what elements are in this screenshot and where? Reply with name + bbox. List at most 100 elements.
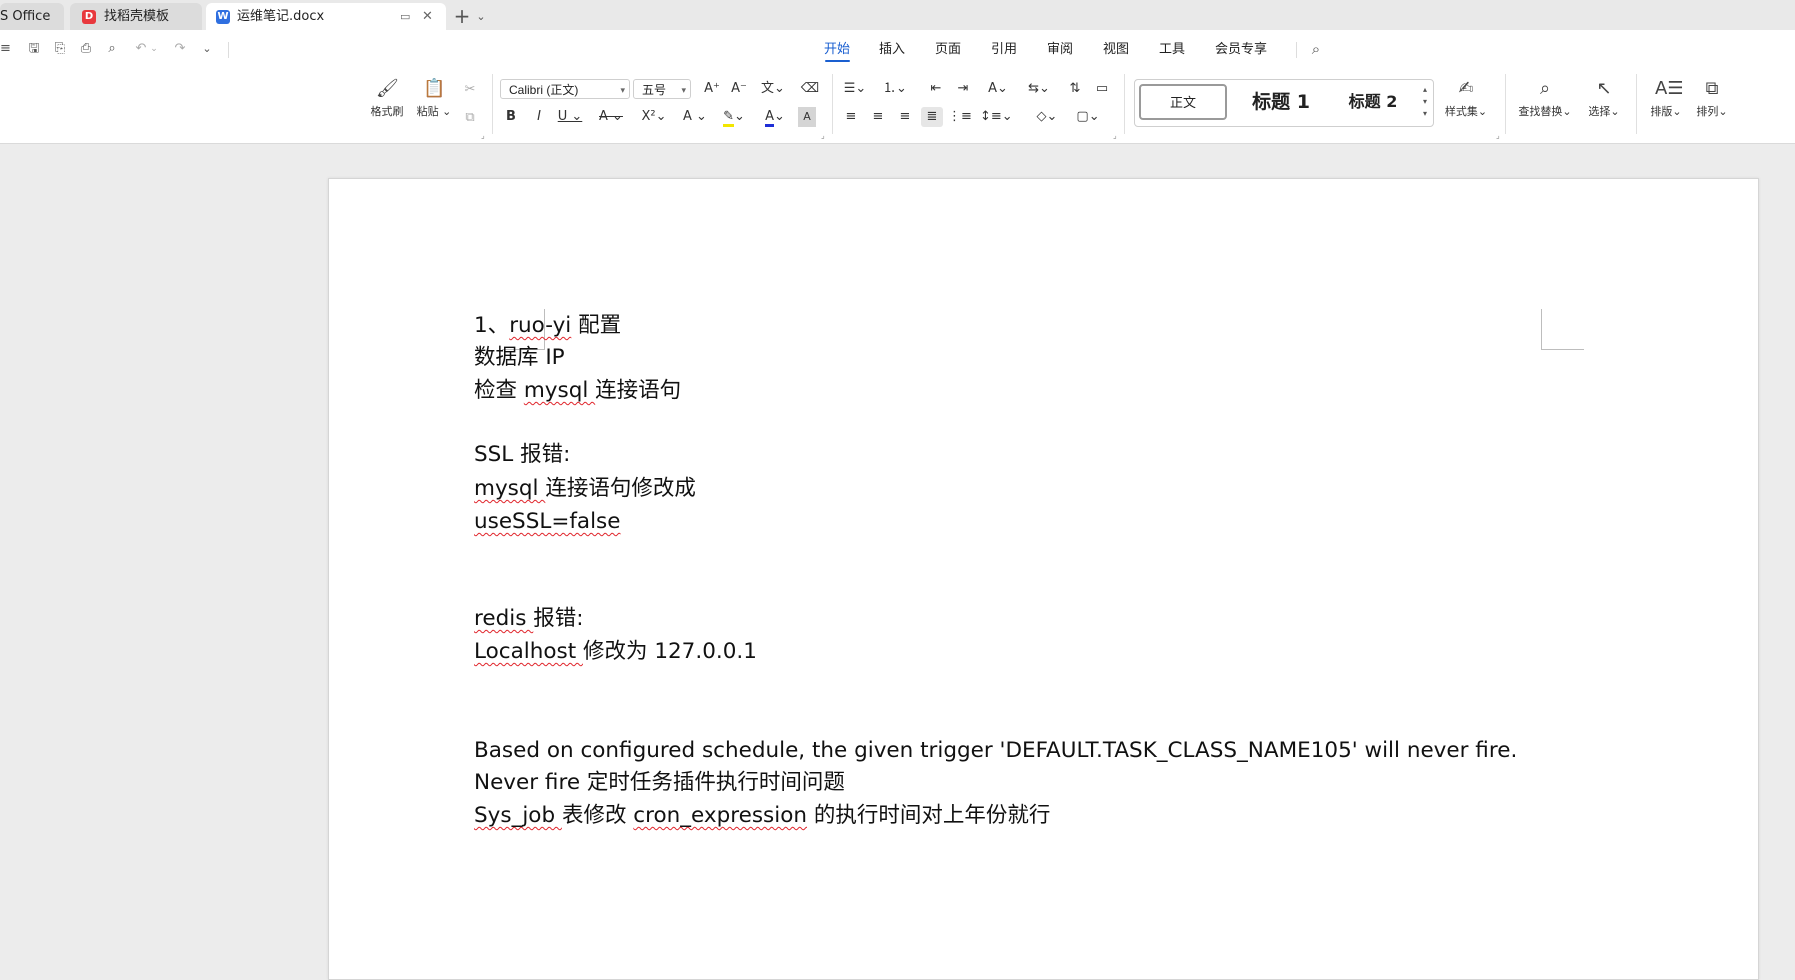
font-family-select[interactable]: Calibri (正文) ▾ <box>500 79 630 99</box>
undo-dropdown-icon[interactable]: ⌄ <box>150 40 158 58</box>
increase-font-icon[interactable]: A⁺ <box>701 79 723 99</box>
document-paragraph[interactable]: Localhost 修改为 127.0.0.1 <box>474 638 757 666</box>
text-run: 表修改 <box>561 803 634 828</box>
text-effect-icon[interactable]: A ⌄ <box>680 107 710 127</box>
font-size-select[interactable]: 五号 ▾ <box>633 79 691 99</box>
tab-list-dropdown[interactable]: ⌄ <box>474 3 488 30</box>
cursor-icon: ↖ <box>1596 78 1612 99</box>
spellcheck-flagged-word: redis <box>474 606 534 631</box>
shading-icon[interactable]: ◇⌄ <box>1032 107 1062 127</box>
print-icon[interactable]: ⎙ <box>77 40 95 58</box>
save-icon[interactable]: 🖫 <box>25 40 43 58</box>
margin-crop-mark <box>1541 309 1584 350</box>
float-window-icon[interactable]: ▭ <box>400 3 410 30</box>
arrange-button[interactable]: ⧉ 排列⌄ <box>1690 78 1734 119</box>
styles-scroll[interactable]: ▴ ▾ ▾ <box>1423 84 1427 120</box>
search-icon[interactable]: ⌕ <box>1307 40 1325 58</box>
menu-view[interactable]: 视图 <box>1103 41 1129 58</box>
text-run: SSL 报错: <box>474 442 571 467</box>
dialog-launcher-icon[interactable]: ⌟ <box>481 131 485 140</box>
undo-icon[interactable]: ↶ <box>132 40 150 58</box>
document-paragraph[interactable]: SSL 报错: <box>474 441 570 469</box>
dialog-launcher-icon[interactable]: ⌟ <box>1113 131 1117 140</box>
increase-indent-icon[interactable]: ⇥ <box>952 79 974 99</box>
document-paragraph[interactable]: Based on configured schedule, the given … <box>474 737 1517 765</box>
style-heading-2[interactable]: 标题 2 <box>1331 84 1415 120</box>
decrease-font-icon[interactable]: A⁻ <box>728 79 750 99</box>
docer-icon: D <box>82 10 96 24</box>
customize-toolbar-icon[interactable]: ⌄ <box>198 40 216 58</box>
tab-document[interactable]: W 运维笔记.docx ▭ ✕ <box>206 3 446 30</box>
document-paragraph[interactable]: 1、ruo-yi 配置 <box>474 312 621 340</box>
italic-icon[interactable]: I <box>528 107 550 127</box>
superscript-icon[interactable]: X²⌄ <box>638 107 670 127</box>
sort-icon[interactable]: ⇅ <box>1064 79 1086 99</box>
font-color-icon[interactable]: A⌄ <box>759 107 791 127</box>
format-painter-icon: 🖌 <box>376 78 399 99</box>
style-set-button[interactable]: ✍ 样式集⌄ <box>1440 78 1492 119</box>
redo-icon[interactable]: ↷ <box>171 40 189 58</box>
align-left-icon[interactable]: ≡ <box>840 107 862 127</box>
justify-icon[interactable]: ≣ <box>921 107 943 127</box>
underline-icon[interactable]: U ⌄ <box>556 107 584 127</box>
style-set-icon: ✍ <box>1458 78 1474 99</box>
menu-home[interactable]: 开始 <box>824 41 850 58</box>
select-button[interactable]: ↖ 选择⌄ <box>1582 78 1626 119</box>
document-paragraph[interactable]: 数据库 IP <box>474 344 565 372</box>
new-tab-button[interactable]: + <box>452 3 472 30</box>
cut-icon[interactable]: ✂ <box>459 80 481 100</box>
print-preview-icon[interactable]: ⌕ <box>103 40 121 58</box>
numbered-list-icon[interactable]: ⒈⌄ <box>880 79 910 99</box>
distributed-align-icon[interactable]: ⋮≡ <box>948 107 972 127</box>
menu-insert[interactable]: 插入 <box>879 41 905 58</box>
tab-label: 运维笔记.docx <box>237 9 325 24</box>
text-direction-icon[interactable]: ⇆⌄ <box>1024 79 1054 99</box>
strikethrough-icon[interactable]: A ⌄ <box>597 107 625 127</box>
close-tab-icon[interactable]: ✕ <box>422 3 433 30</box>
paste-button[interactable]: 📋 粘贴 ⌄ <box>412 78 456 119</box>
align-right-icon[interactable]: ≡ <box>894 107 916 127</box>
highlight-icon[interactable]: ✎⌄ <box>717 107 751 127</box>
menu-tools[interactable]: 工具 <box>1159 41 1185 58</box>
chinese-layout-icon[interactable]: A⌄ <box>983 79 1013 99</box>
document-paragraph[interactable]: redis 报错: <box>474 605 584 633</box>
tab-docer-templates[interactable]: D 找稻壳模板 <box>70 3 202 30</box>
text-run: 连接语句 <box>595 378 682 403</box>
show-marks-icon[interactable]: ▭ <box>1091 79 1113 99</box>
clear-format-icon[interactable]: ⌫ <box>799 79 821 99</box>
menu-references[interactable]: 引用 <box>991 41 1017 58</box>
chevron-down-icon: ▾ <box>681 85 686 95</box>
phonetic-guide-icon[interactable]: 文⌄ <box>758 79 788 99</box>
paste-icon: 📋 <box>423 78 446 99</box>
line-spacing-icon[interactable]: ↕≡⌄ <box>980 107 1013 127</box>
style-set-label: 样式集⌄ <box>1444 105 1488 118</box>
decrease-indent-icon[interactable]: ⇤ <box>925 79 947 99</box>
document-paragraph[interactable]: mysql 连接语句修改成 <box>474 475 696 503</box>
export-pdf-icon[interactable]: ⎘ <box>51 40 69 58</box>
menu-review[interactable]: 审阅 <box>1047 41 1073 58</box>
bullet-list-icon[interactable]: ☰⌄ <box>840 79 870 99</box>
document-paragraph[interactable]: 检查 mysql 连接语句 <box>474 377 681 405</box>
character-shading-icon[interactable]: A <box>798 107 816 127</box>
style-normal[interactable]: 正文 <box>1139 84 1227 120</box>
format-painter-button[interactable]: 🖌 格式刷 <box>366 78 408 119</box>
border-icon[interactable]: ▢⌄ <box>1073 107 1103 127</box>
dialog-launcher-icon[interactable]: ⌟ <box>821 131 825 140</box>
menu-member[interactable]: 会员专享 <box>1215 41 1267 58</box>
text-run: Never fire 定时任务插件执行时间问题 <box>474 770 845 795</box>
dialog-launcher-icon[interactable]: ⌟ <box>1496 131 1500 140</box>
style-heading-1[interactable]: 标题 1 <box>1233 84 1329 120</box>
document-paragraph[interactable]: Never fire 定时任务插件执行时间问题 <box>474 769 845 797</box>
bold-icon[interactable]: B <box>500 107 522 127</box>
menu-icon[interactable]: ≡ <box>0 40 11 58</box>
spellcheck-flagged-word: Sys_job <box>474 803 562 828</box>
tab-wps-office[interactable]: S Office <box>0 3 64 30</box>
align-center-icon[interactable]: ≡ <box>867 107 889 127</box>
find-replace-button[interactable]: ⌕ 查找替换⌄ <box>1514 78 1576 119</box>
layout-button[interactable]: A☰ 排版⌄ <box>1644 78 1688 119</box>
menu-page[interactable]: 页面 <box>935 41 961 58</box>
document-paragraph[interactable]: useSSL=false <box>474 508 621 536</box>
document-page[interactable]: 1、ruo-yi 配置 数据库 IP 检查 mysql 连接语句 SSL 报错: mys… <box>328 178 1759 980</box>
document-paragraph[interactable]: Sys_job 表修改 cron_expression 的执行时间对上年份就行 <box>474 802 1050 830</box>
copy-icon[interactable]: ⧉ <box>459 108 481 128</box>
